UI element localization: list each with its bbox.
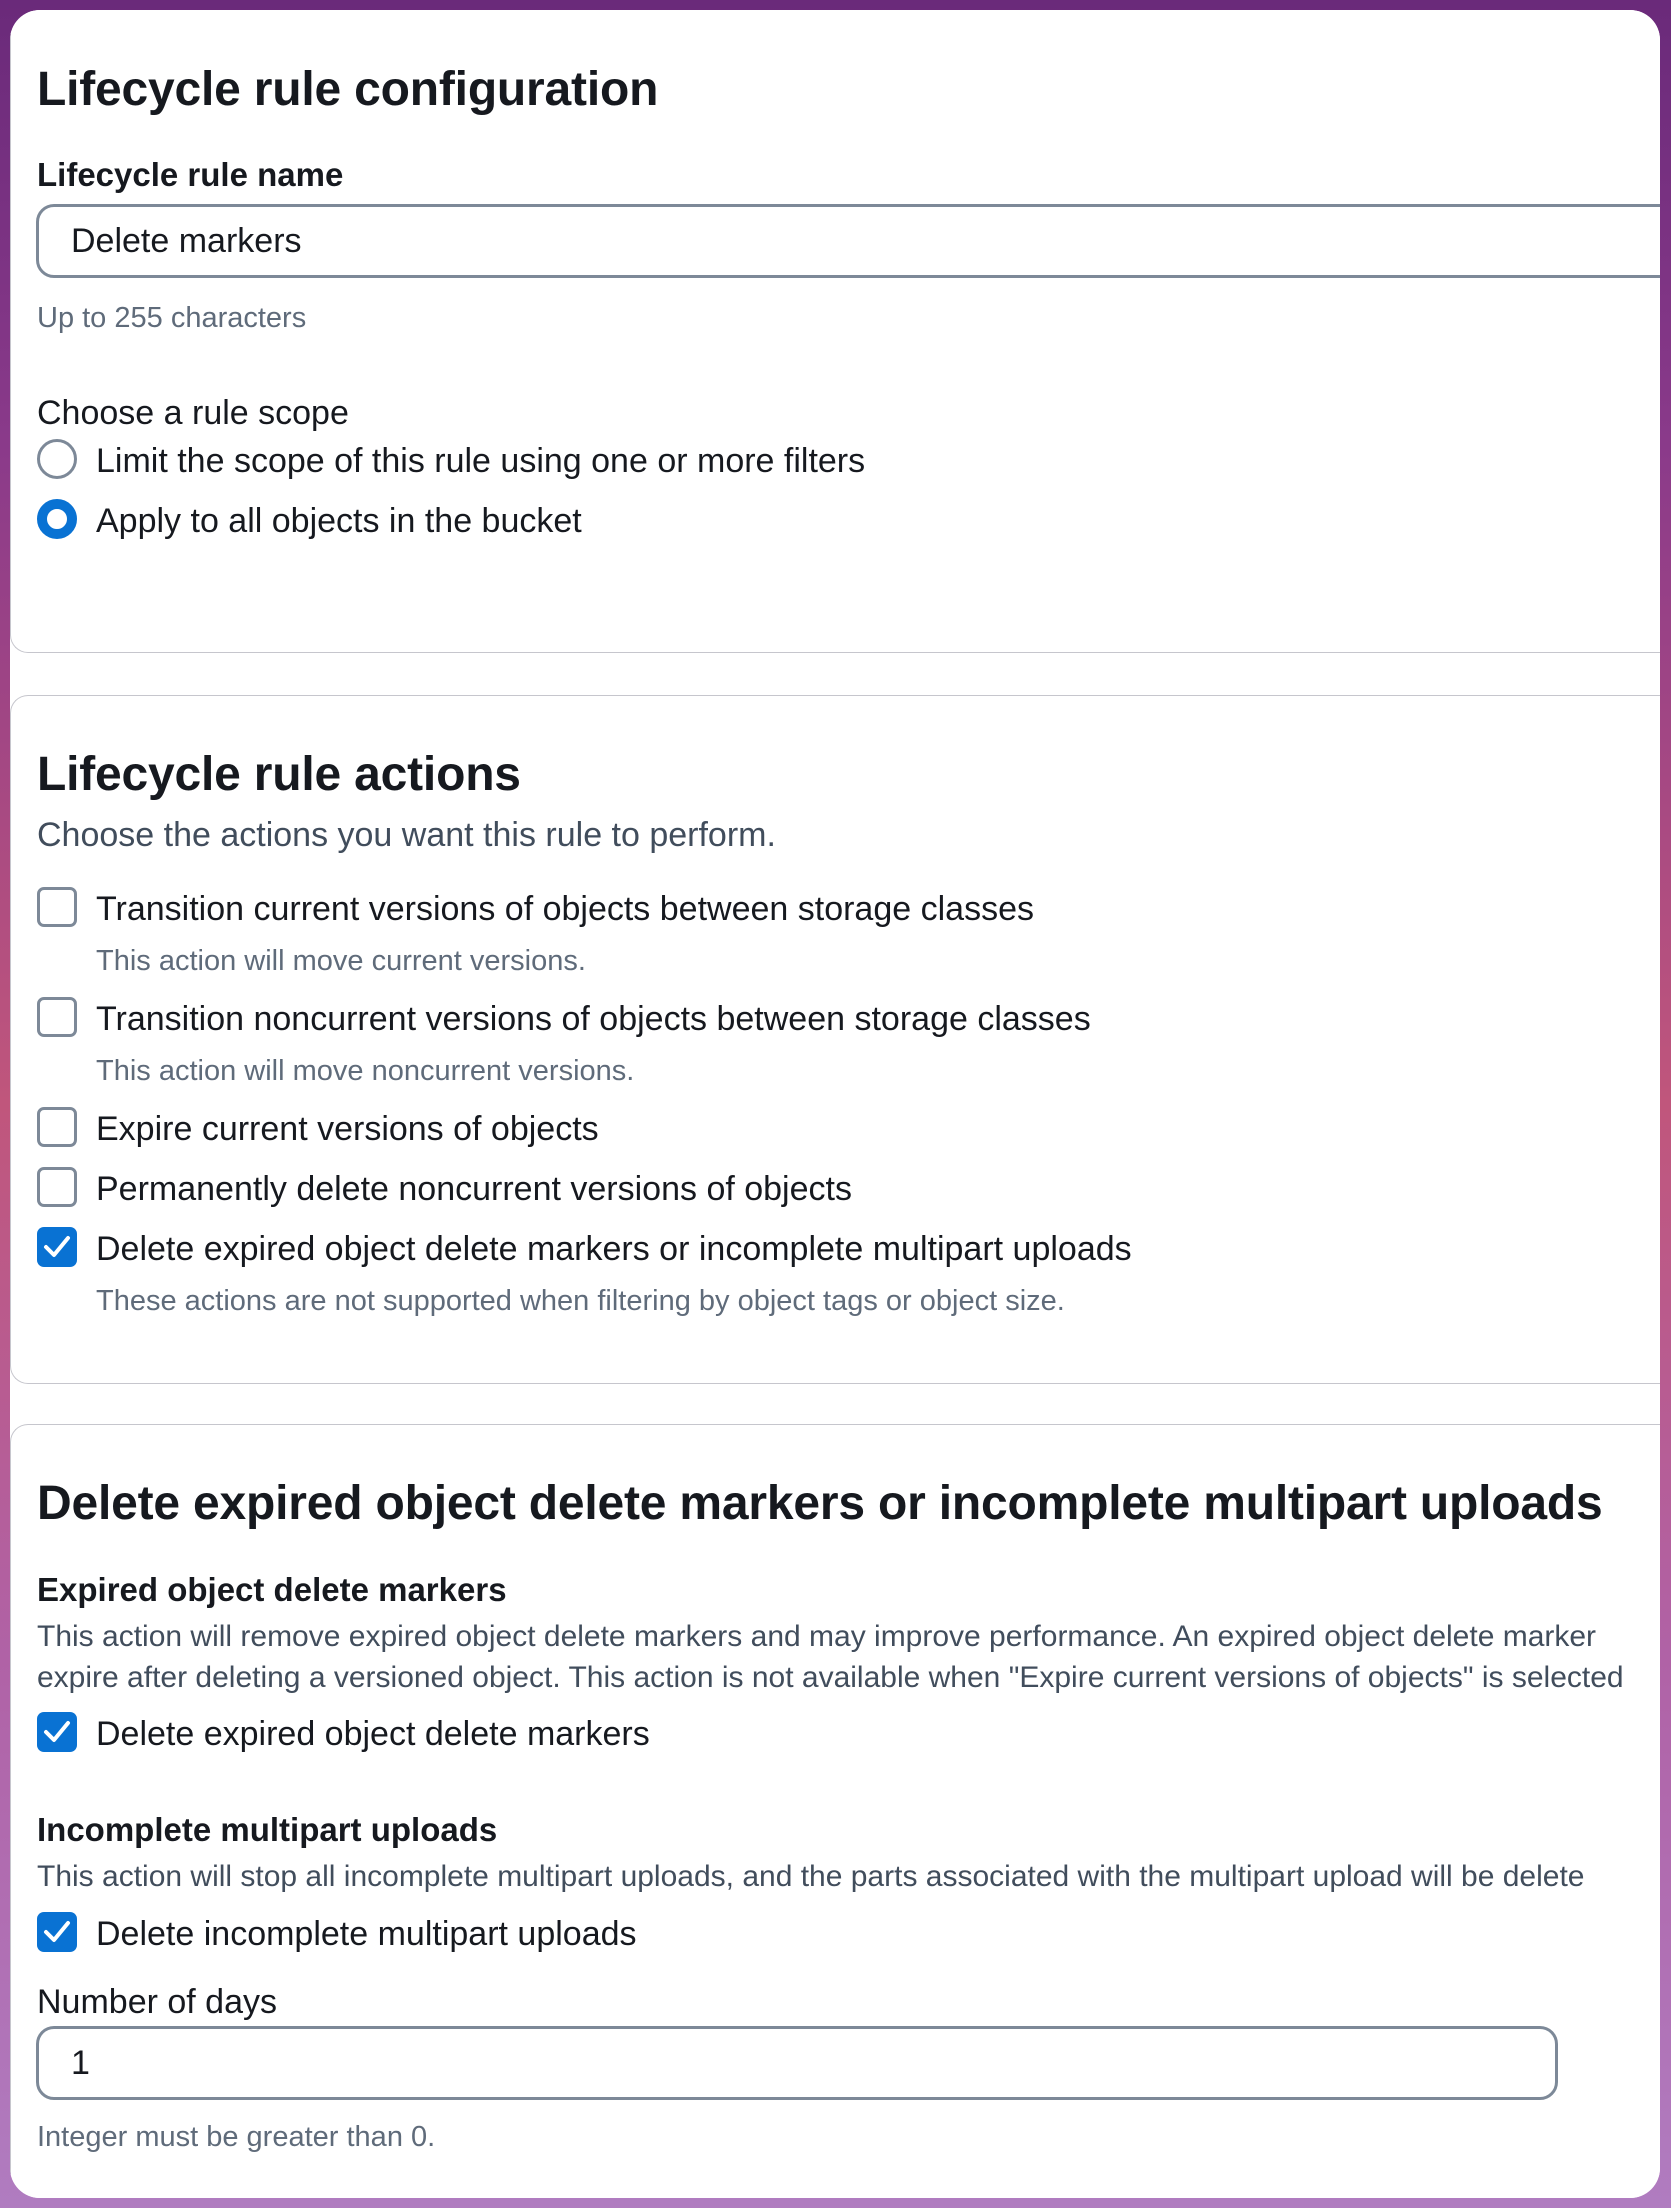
checkbox-expire-current[interactable] [37,1107,77,1147]
checkmark-icon [44,1921,70,1942]
checkbox-delete-multipart[interactable] [37,1912,77,1952]
checkmark-icon [44,1236,70,1257]
transition-current-hint: This action will move current versions. [96,945,586,977]
checkbox-delete-expired[interactable] [37,1712,77,1752]
settings-card: Lifecycle rule configuration Lifecycle r… [10,10,1660,2198]
days-label: Number of days [37,1983,277,2021]
transition-noncurrent-hint: This action will move noncurrent version… [96,1055,635,1087]
rule-name-input[interactable]: Delete markers [36,204,1660,278]
expire-current-label[interactable]: Expire current versions of objects [96,1110,599,1149]
scope-label: Choose a rule scope [37,394,349,432]
transition-current-label[interactable]: Transition current versions of objects b… [96,890,1034,929]
transition-noncurrent-label[interactable]: Transition noncurrent versions of object… [96,1000,1091,1039]
actions-description: Choose the actions you want this rule to… [37,816,776,854]
checkbox-transition-noncurrent[interactable] [37,997,77,1037]
scope-option-all-label[interactable]: Apply to all objects in the bucket [96,502,582,541]
checkbox-delete-expired-markers[interactable] [37,1227,77,1267]
checkmark-icon [44,1721,70,1742]
expired-markers-label: Expired object delete markers [37,1571,507,1608]
multipart-desc: This action will stop all incomplete mul… [37,1860,1585,1893]
config-heading: Lifecycle rule configuration [37,63,659,116]
scope-radio-filters[interactable] [37,439,77,479]
delete-expired-label[interactable]: Delete expired object delete markers [96,1715,650,1754]
expired-markers-desc-2: expire after deleting a versioned object… [37,1661,1624,1694]
actions-heading: Lifecycle rule actions [37,748,521,801]
days-hint: Integer must be greater than 0. [37,2121,436,2153]
delete-expired-markers-label[interactable]: Delete expired object delete markers or … [96,1230,1132,1269]
scope-radio-all-objects[interactable] [37,499,77,539]
checkbox-transition-current[interactable] [37,887,77,927]
days-input[interactable]: 1 [36,2026,1558,2100]
rule-name-hint: Up to 255 characters [37,302,307,334]
checkbox-delete-noncurrent[interactable] [37,1167,77,1207]
delete-expired-markers-hint: These actions are not supported when fil… [96,1285,1065,1317]
rule-name-label: Lifecycle rule name [37,156,344,193]
multipart-label: Incomplete multipart uploads [37,1811,498,1848]
delete-multipart-label[interactable]: Delete incomplete multipart uploads [96,1915,637,1954]
delete-section-heading: Delete expired object delete markers or … [37,1477,1603,1530]
scope-option-filters-label[interactable]: Limit the scope of this rule using one o… [96,442,865,481]
delete-noncurrent-label[interactable]: Permanently delete noncurrent versions o… [96,1170,852,1209]
expired-markers-desc-1: This action will remove expired object d… [37,1620,1597,1653]
